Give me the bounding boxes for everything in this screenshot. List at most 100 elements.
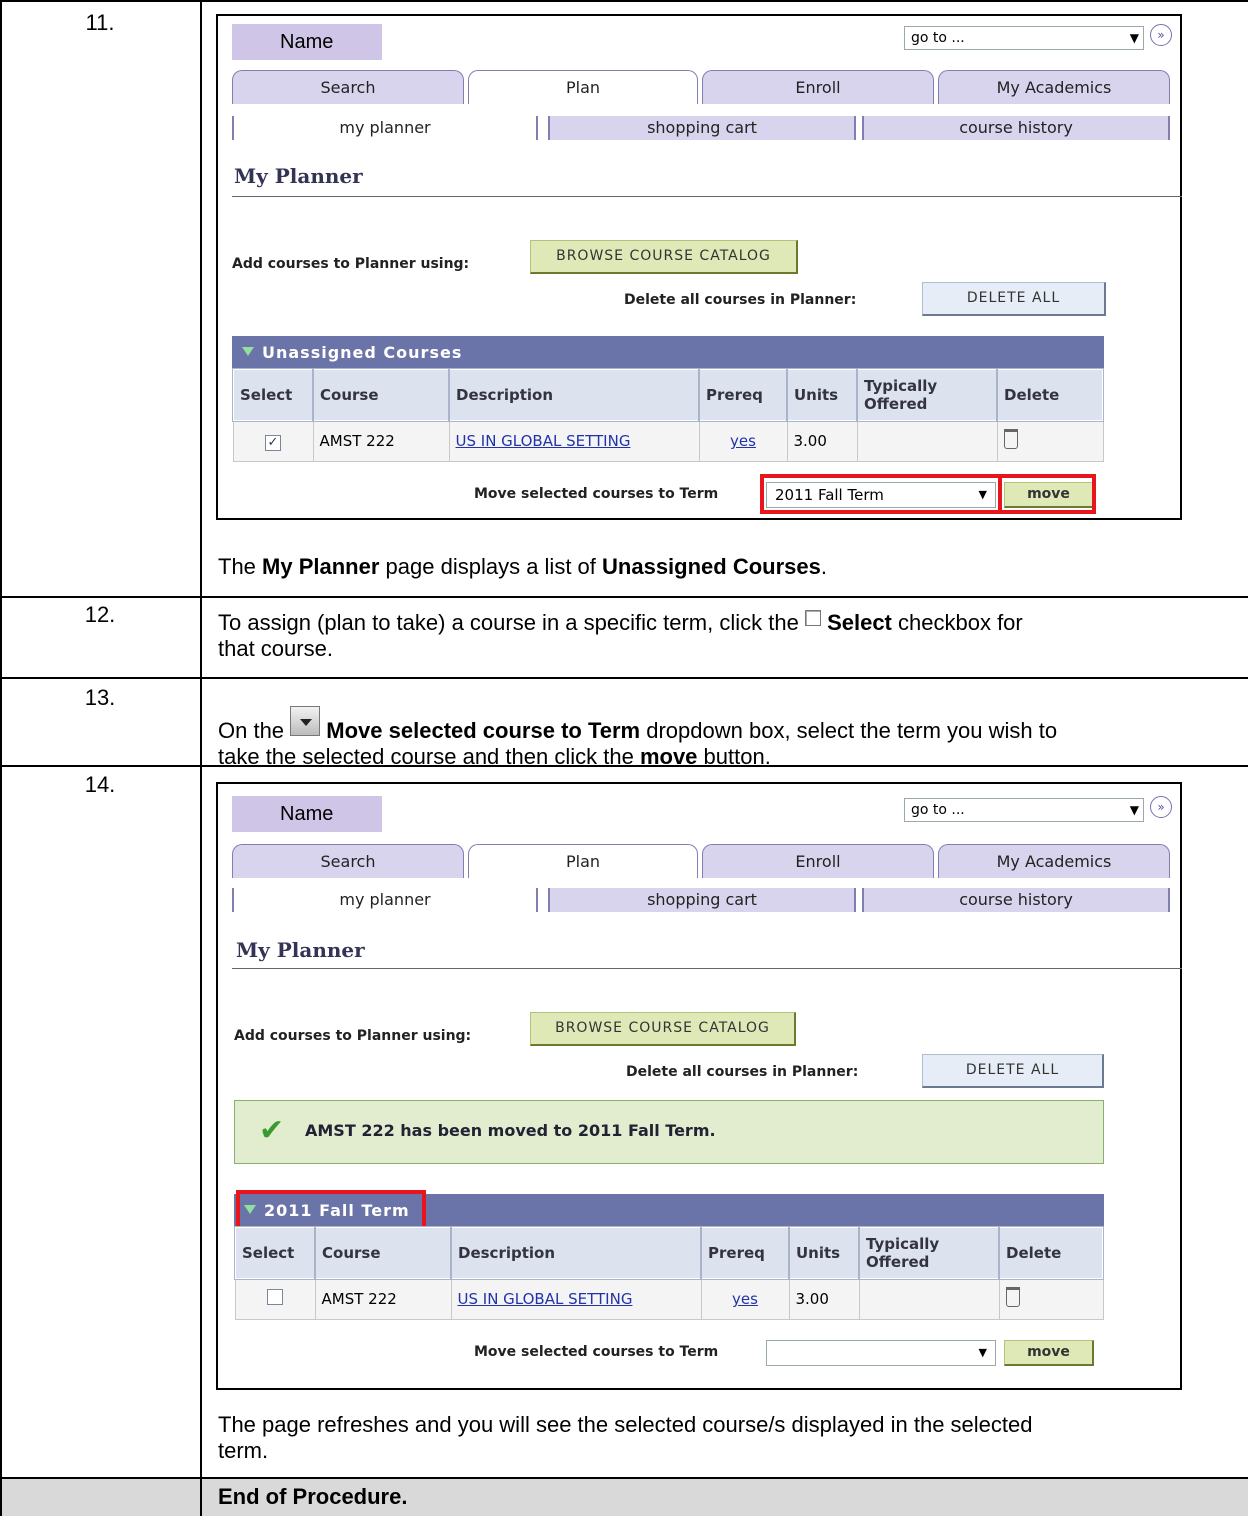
screenshot-step-14: Name go to ... ▼ » Search Plan Enroll My… bbox=[216, 782, 1182, 1390]
row-divider-12 bbox=[0, 677, 1248, 679]
page-title: My Planner bbox=[236, 938, 365, 962]
subtab-course-history[interactable]: course history bbox=[862, 116, 1170, 140]
col-delete: Delete bbox=[998, 1226, 1104, 1280]
instruction-bold: Select bbox=[827, 610, 892, 635]
go-arrow-icon[interactable]: » bbox=[1150, 24, 1172, 46]
instruction-text: take the selected course and then click … bbox=[218, 744, 634, 769]
course-code: AMST 222 bbox=[312, 420, 450, 462]
success-message: AMST 222 has been moved to 2011 Fall Ter… bbox=[305, 1121, 716, 1140]
browse-catalog-button[interactable]: BROWSE COURSE CATALOG bbox=[530, 1012, 796, 1046]
step-number-13: 13. bbox=[84, 685, 116, 710]
col-select: Select bbox=[232, 368, 314, 422]
move-term-label: Move selected courses to Term bbox=[474, 486, 719, 502]
col-course: Course bbox=[314, 1226, 452, 1280]
table-row: ✓ AMST 222 US IN GLOBAL SETTING yes 3.00 bbox=[232, 420, 1104, 462]
prereq-link[interactable]: yes bbox=[730, 432, 756, 450]
col-select: Select bbox=[234, 1226, 316, 1280]
tab-plan[interactable]: Plan bbox=[468, 70, 698, 104]
instruction-text: dropdown box, select the term you wish t… bbox=[646, 718, 1058, 743]
trash-icon[interactable] bbox=[1003, 429, 1018, 450]
tab-plan[interactable]: Plan bbox=[468, 844, 698, 878]
grid-title: Unassigned Courses bbox=[262, 343, 463, 362]
course-description-link[interactable]: US IN GLOBAL SETTING bbox=[458, 1290, 633, 1308]
subtab-shopping-cart[interactable]: shopping cart bbox=[548, 116, 856, 140]
instruction-bold: move bbox=[639, 744, 698, 769]
subtab-course-history[interactable]: course history bbox=[862, 888, 1170, 912]
name-label: Name bbox=[232, 24, 382, 60]
delete-all-button[interactable]: DELETE ALL bbox=[922, 1054, 1104, 1088]
step-number-14: 14. bbox=[84, 772, 116, 797]
checkmark-icon: ✔ bbox=[259, 1113, 285, 1148]
col-units: Units bbox=[786, 368, 858, 422]
highlight-term-header bbox=[236, 1190, 426, 1230]
title-divider bbox=[232, 968, 1182, 969]
delete-all-button[interactable]: DELETE ALL bbox=[922, 282, 1106, 316]
prereq-link[interactable]: yes bbox=[732, 1290, 758, 1308]
tab-search[interactable]: Search bbox=[232, 844, 464, 878]
select-checkbox[interactable] bbox=[267, 1289, 283, 1306]
trash-icon[interactable] bbox=[1005, 1287, 1020, 1308]
tab-search[interactable]: Search bbox=[232, 70, 464, 104]
typically-offered-value bbox=[858, 1278, 1000, 1320]
col-prereq: Prereq bbox=[698, 368, 788, 422]
caption-text: page displays a list of bbox=[385, 554, 596, 579]
courses-table: Select Course Description Prereq Units T… bbox=[232, 368, 1104, 462]
caption-bold: My Planner bbox=[262, 554, 380, 579]
end-of-procedure: End of Procedure. bbox=[218, 1484, 408, 1509]
course-code: AMST 222 bbox=[314, 1278, 452, 1320]
goto-dropdown[interactable]: go to ... ▼ bbox=[904, 798, 1144, 822]
success-message-box: ✔ AMST 222 has been moved to 2011 Fall T… bbox=[234, 1100, 1104, 1164]
goto-placeholder: go to ... bbox=[911, 30, 965, 46]
instruction-text: checkbox for bbox=[898, 610, 1023, 635]
col-typically-offered: Typically Offered bbox=[858, 1226, 1000, 1280]
col-delete: Delete bbox=[996, 368, 1104, 422]
units-value: 3.00 bbox=[788, 1278, 860, 1320]
col-description: Description bbox=[448, 368, 700, 422]
goto-dropdown[interactable]: go to ... ▼ bbox=[904, 26, 1144, 50]
caption-bold: Unassigned Courses bbox=[602, 554, 821, 579]
add-courses-label: Add courses to Planner using: bbox=[234, 1028, 472, 1044]
caption-text: . bbox=[820, 554, 827, 579]
subtab-my-planner[interactable]: my planner bbox=[232, 116, 538, 140]
instruction-text: On the bbox=[218, 718, 285, 743]
page-title: My Planner bbox=[234, 164, 363, 188]
checkbox-icon bbox=[804, 610, 821, 626]
course-description-link[interactable]: US IN GLOBAL SETTING bbox=[456, 432, 631, 450]
typically-offered-value bbox=[856, 420, 998, 462]
chevron-down-icon: ▼ bbox=[1129, 803, 1139, 817]
table-row: AMST 222 US IN GLOBAL SETTING yes 3.00 bbox=[234, 1278, 1104, 1320]
dropdown-arrow-icon bbox=[290, 706, 321, 736]
caption-text: The page refreshes and you will see the … bbox=[218, 1412, 1033, 1437]
chevron-down-icon: ▼ bbox=[1129, 31, 1139, 45]
tab-enroll[interactable]: Enroll bbox=[702, 844, 934, 878]
grid-header-unassigned[interactable]: Unassigned Courses bbox=[232, 336, 1104, 368]
select-checkbox[interactable]: ✓ bbox=[265, 434, 281, 451]
screenshot-step-11: Name go to ... ▼ » Search Plan Enroll My… bbox=[216, 14, 1182, 520]
collapse-triangle-icon[interactable] bbox=[242, 347, 254, 356]
table-column-divider bbox=[200, 0, 202, 1516]
instruction-text: that course. bbox=[218, 636, 333, 661]
col-units: Units bbox=[788, 1226, 860, 1280]
col-description: Description bbox=[450, 1226, 702, 1280]
browse-catalog-button[interactable]: BROWSE COURSE CATALOG bbox=[530, 240, 798, 274]
row-divider-11 bbox=[0, 596, 1248, 598]
tab-my-academics[interactable]: My Academics bbox=[938, 70, 1170, 104]
instruction-bold: Move selected course to Term bbox=[326, 718, 641, 743]
go-arrow-icon[interactable]: » bbox=[1150, 796, 1172, 818]
move-term-label: Move selected courses to Term bbox=[474, 1344, 719, 1360]
subtab-shopping-cart[interactable]: shopping cart bbox=[548, 888, 856, 912]
chevron-down-icon: ▼ bbox=[978, 1346, 987, 1359]
step-number-11: 11. bbox=[85, 10, 115, 35]
units-value: 3.00 bbox=[786, 420, 858, 462]
highlight-move-button bbox=[998, 474, 1096, 514]
title-divider bbox=[232, 196, 1182, 197]
col-prereq: Prereq bbox=[700, 1226, 790, 1280]
term-select[interactable]: ▼ bbox=[766, 1340, 996, 1366]
caption-step-11: The My Planner page displays a list of U… bbox=[218, 554, 827, 580]
tab-enroll[interactable]: Enroll bbox=[702, 70, 934, 104]
move-button[interactable]: move bbox=[1004, 1340, 1094, 1366]
subtab-my-planner[interactable]: my planner bbox=[232, 888, 538, 912]
table-column-divider-end bbox=[200, 1477, 202, 1516]
tab-my-academics[interactable]: My Academics bbox=[938, 844, 1170, 878]
caption-text: term. bbox=[218, 1438, 269, 1463]
